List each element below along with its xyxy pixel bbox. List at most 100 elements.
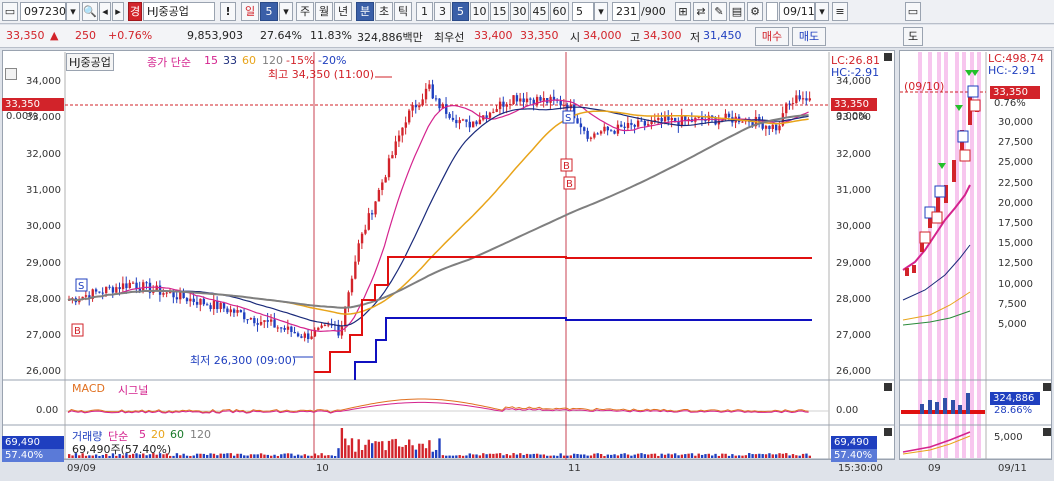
volume-bar — [687, 453, 690, 458]
close-volume-icon[interactable] — [884, 428, 892, 436]
low-annotation: 최저 26,300 (09:00) — [190, 354, 297, 367]
candle-body — [303, 333, 307, 338]
macd-title[interactable]: MACD — [72, 382, 105, 395]
chart-stock-name[interactable]: HJ중공업 — [66, 53, 114, 71]
side-close-icon[interactable] — [1043, 383, 1051, 391]
volume-bar — [263, 454, 266, 458]
candle-body — [283, 328, 286, 330]
volume-bar — [226, 453, 229, 458]
volume-bar — [370, 443, 374, 458]
volume-bar — [283, 453, 286, 458]
volume-bar — [330, 455, 333, 458]
candle-body — [623, 126, 626, 128]
volume-bar — [589, 455, 593, 458]
volume-bar — [421, 443, 424, 458]
side-volume-bar — [958, 405, 962, 414]
candle-body — [424, 88, 428, 100]
volume-bar — [781, 453, 785, 458]
volume-bar — [690, 453, 694, 458]
volume-bar — [630, 455, 633, 458]
candle-body — [539, 96, 542, 101]
macd-signal-label: 시그널 — [118, 384, 149, 397]
volume-bar — [266, 454, 269, 458]
candle-body — [647, 124, 650, 126]
volume-bar — [185, 455, 189, 458]
candle-body — [471, 121, 475, 128]
candle-body — [172, 292, 175, 298]
volume-bar — [771, 454, 774, 458]
volume-bar — [209, 453, 212, 458]
candle-body — [451, 117, 455, 120]
x-label-time: 15:30:00 — [838, 463, 883, 474]
volume-bar — [320, 453, 323, 458]
volume-bar — [246, 455, 249, 458]
side-candle — [905, 268, 909, 276]
volume-bar — [613, 454, 616, 458]
volume-bar — [502, 455, 505, 458]
candle-body — [108, 286, 111, 288]
chart-options-icon[interactable] — [5, 68, 17, 80]
y-tick-right-1: 33,000 — [836, 112, 871, 124]
volume-bar — [636, 453, 640, 458]
candle-body — [256, 323, 259, 325]
ma-label[interactable]: 종가 단순 — [147, 54, 191, 70]
volume-bar — [572, 453, 576, 458]
candle-body — [805, 98, 808, 101]
volume-bar — [677, 455, 680, 458]
volume-bar — [172, 455, 175, 458]
volume-bar — [340, 428, 344, 458]
volume-bar — [724, 453, 727, 458]
volume-bar — [394, 438, 397, 458]
side-y-tick-7: 12,500 — [998, 258, 1033, 270]
volume-bar — [620, 453, 623, 458]
candle-body — [273, 319, 276, 328]
candle-body — [562, 104, 566, 106]
volume-bar — [276, 455, 280, 458]
pct15-line — [314, 256, 812, 373]
side-y-tick-6: 15,000 — [998, 238, 1033, 250]
candle-body — [727, 113, 731, 118]
volume-bar — [721, 453, 724, 458]
volume-bar — [751, 454, 754, 458]
volume-bar — [347, 445, 350, 458]
candle-body — [121, 283, 125, 290]
candle-body — [620, 124, 623, 127]
volume-bar — [273, 454, 276, 458]
volume-bar — [428, 440, 431, 458]
volume-tag-left: 69,490 — [2, 436, 64, 449]
side-volume-bar — [935, 402, 939, 414]
volume-bar — [296, 454, 300, 458]
vol-ma-20: 20 — [151, 428, 165, 441]
volume-bar — [583, 454, 586, 458]
volume-bar — [539, 454, 542, 458]
candle-body — [310, 336, 313, 340]
side-volume-tag: 324,886 — [990, 392, 1040, 405]
volume-bar — [704, 454, 707, 458]
close-panel-icon[interactable] — [884, 53, 892, 61]
volume-bar — [216, 455, 219, 458]
side-close-volume-icon[interactable] — [1043, 428, 1051, 436]
side-y-tick-1: 27,500 — [998, 137, 1033, 149]
volume-bar — [785, 453, 788, 458]
volume-bar — [559, 453, 562, 458]
volume-bar — [286, 453, 290, 458]
volume-bar — [310, 455, 313, 458]
y-tick-right-2: 32,000 — [836, 148, 871, 160]
volume-bar — [300, 455, 303, 458]
candle-body — [576, 118, 579, 124]
side-y-tick-9: 7,500 — [998, 298, 1027, 310]
candle-body — [488, 112, 492, 118]
volume-bar — [280, 454, 283, 458]
close-macd-icon[interactable] — [884, 383, 892, 391]
candle-body — [347, 292, 350, 308]
candle-body — [206, 304, 209, 306]
candle-body — [495, 109, 498, 112]
candle-body — [583, 127, 586, 131]
candle-body — [296, 333, 300, 337]
volume-bar — [354, 451, 357, 458]
candle-body — [293, 331, 296, 334]
candle-body — [414, 104, 418, 108]
volume-bar — [700, 454, 704, 458]
candle-body — [468, 121, 471, 128]
volume-bar — [374, 441, 377, 458]
